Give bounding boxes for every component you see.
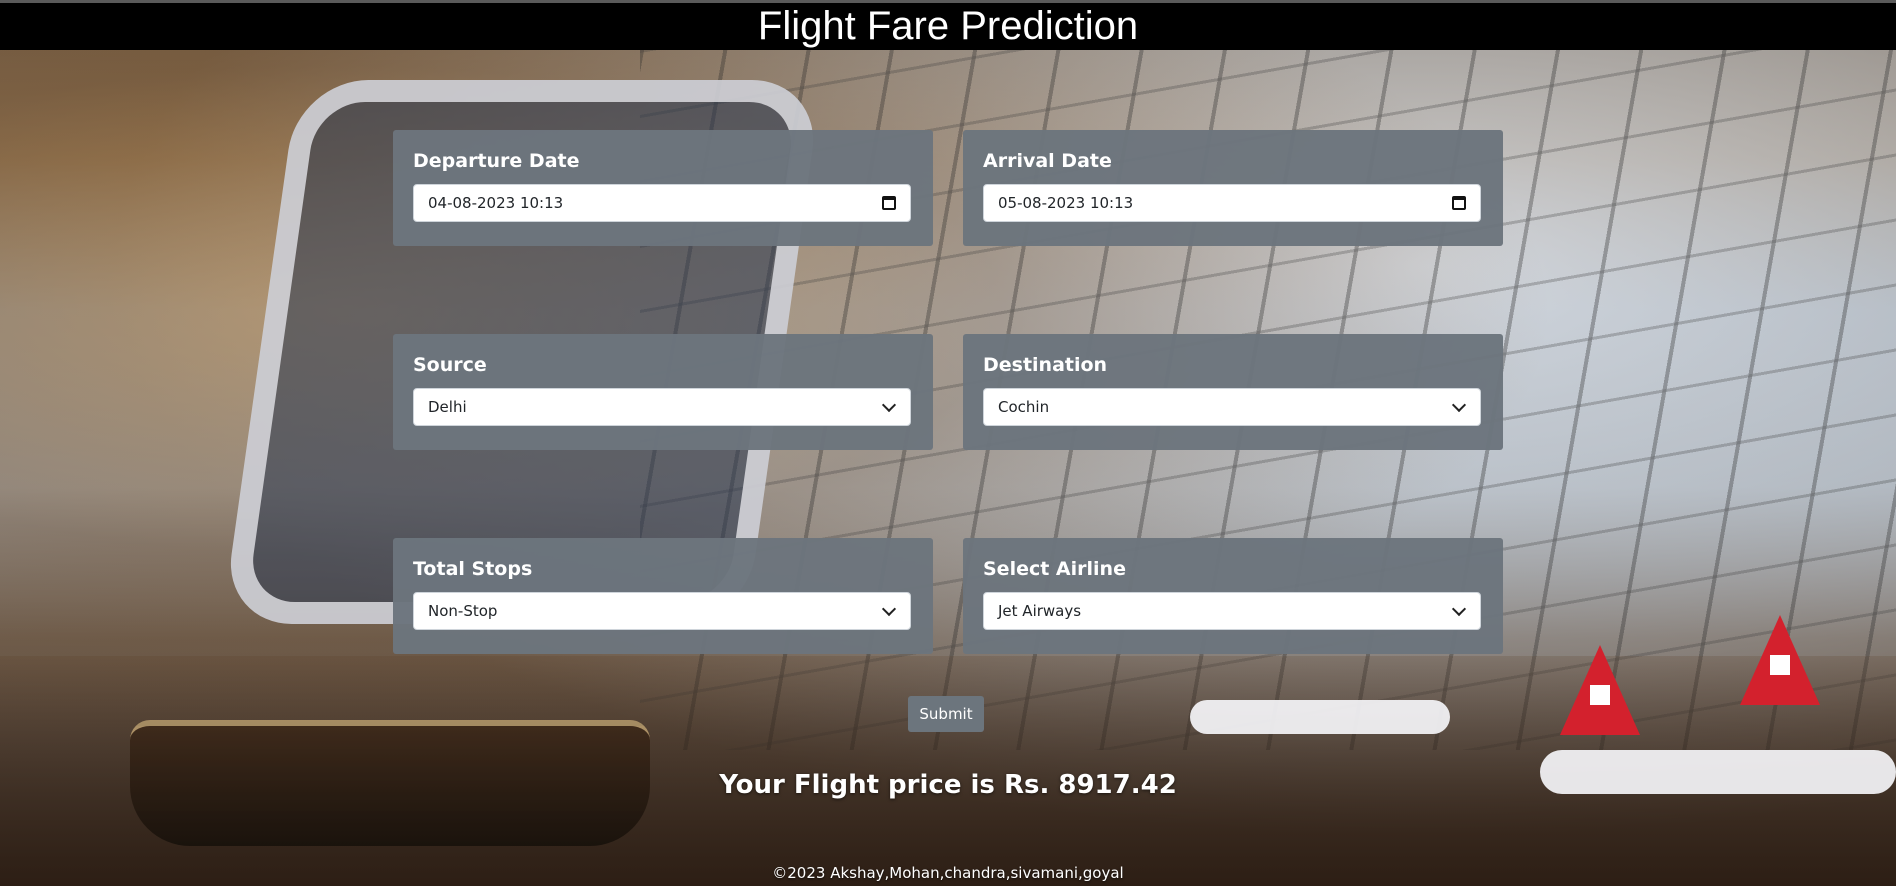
destination-selected-value: Cochin [998,398,1050,416]
arrival-date-input[interactable]: 05-08-2023 10:13 [983,184,1481,222]
chevron-down-icon [881,601,897,617]
departure-date-input[interactable]: 04-08-2023 10:13 [413,184,911,222]
source-panel: Source Delhi [393,334,933,450]
background-plane-tail [1740,615,1820,705]
calendar-icon[interactable] [882,196,896,210]
total-stops-panel: Total Stops Non-Stop [393,538,933,654]
chevron-down-icon [881,397,897,413]
airline-panel: Select Airline Jet Airways [963,538,1503,654]
page-title: Flight Fare Prediction [757,4,1139,48]
chevron-down-icon [1451,601,1467,617]
source-selected-value: Delhi [428,398,467,416]
arrival-date-label: Arrival Date [983,150,1112,172]
airline-select[interactable]: Jet Airways [983,592,1481,630]
destination-select[interactable]: Cochin [983,388,1481,426]
footer-credits: ©2023 Akshay,Mohan,chandra,sivamani,goya… [772,864,1124,882]
departure-date-panel: Departure Date 04-08-2023 10:13 [393,130,933,246]
arrival-date-panel: Arrival Date 05-08-2023 10:13 [963,130,1503,246]
departure-date-value: 04-08-2023 10:13 [428,194,564,212]
submit-button[interactable]: Submit [908,696,984,732]
prediction-result: Your Flight price is Rs. 8917.42 [719,770,1177,800]
chevron-down-icon [1451,397,1467,413]
background-plane-tail [1560,645,1640,735]
total-stops-label: Total Stops [413,558,533,580]
source-select[interactable]: Delhi [413,388,911,426]
departure-date-label: Departure Date [413,150,580,172]
total-stops-selected-value: Non-Stop [428,602,498,620]
background-plane [1190,700,1450,734]
destination-label: Destination [983,354,1108,376]
calendar-icon[interactable] [1452,196,1466,210]
arrival-date-value: 05-08-2023 10:13 [998,194,1134,212]
total-stops-select[interactable]: Non-Stop [413,592,911,630]
page: Flight Fare Prediction Departure Date 04… [0,0,1896,886]
airline-selected-value: Jet Airways [998,602,1082,620]
source-label: Source [413,354,487,376]
header-bar: Flight Fare Prediction [0,0,1896,50]
airline-label: Select Airline [983,558,1126,580]
destination-panel: Destination Cochin [963,334,1503,450]
